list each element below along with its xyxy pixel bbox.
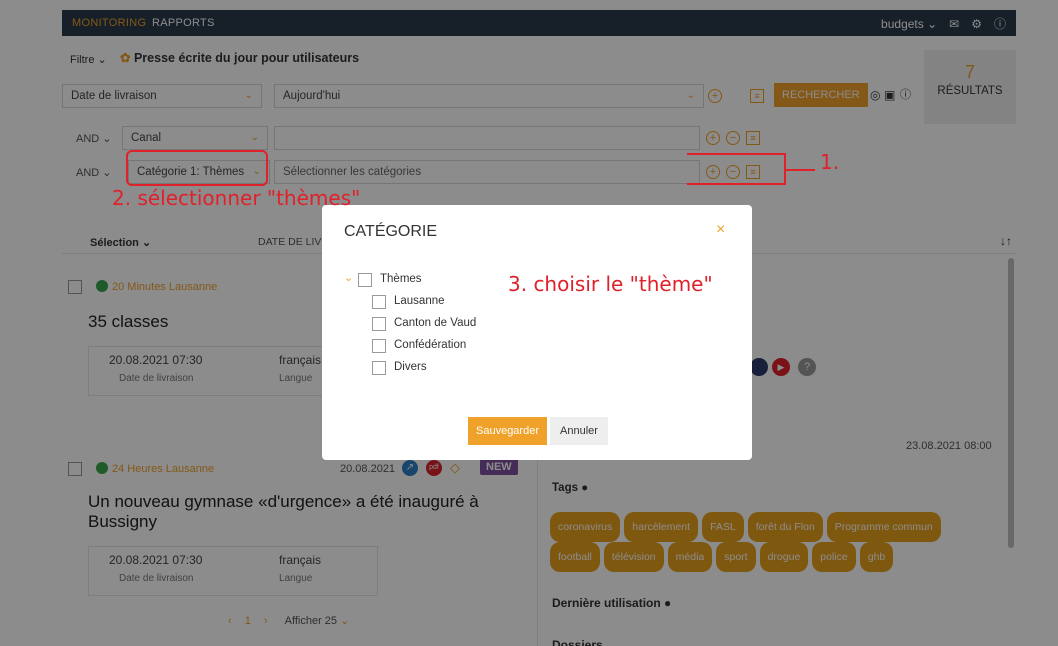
tree-item-label: Lausanne bbox=[394, 295, 445, 307]
annotation-box-category bbox=[126, 150, 268, 186]
tree-item-label: Divers bbox=[394, 361, 427, 373]
checkbox-divers[interactable] bbox=[372, 361, 386, 375]
save-button[interactable]: Sauvegarder bbox=[468, 417, 547, 445]
annotation-step-2: 2. sélectionner "thèmes" bbox=[112, 186, 361, 210]
tree-item-label: Canton de Vaud bbox=[394, 317, 477, 329]
close-icon[interactable]: × bbox=[716, 221, 725, 239]
cancel-button[interactable]: Annuler bbox=[550, 417, 608, 445]
annotation-bracket bbox=[687, 153, 815, 185]
checkbox-confederation[interactable] bbox=[372, 339, 386, 353]
annotation-step-3: 3. choisir le "thème" bbox=[508, 272, 713, 296]
tree-item-label: Confédération bbox=[394, 339, 467, 351]
modal-title: CATÉGORIE bbox=[344, 223, 438, 240]
checkbox-themes[interactable] bbox=[358, 273, 372, 287]
chevron-down-icon[interactable]: ⌄ bbox=[344, 271, 353, 284]
checkbox-lausanne[interactable] bbox=[372, 295, 386, 309]
annotation-step-1: 1. bbox=[820, 150, 840, 174]
checkbox-canton-de-vaud[interactable] bbox=[372, 317, 386, 331]
tree-root-label: Thèmes bbox=[380, 273, 422, 285]
category-modal: CATÉGORIE × ⌄ Thèmes Lausanne Canton de … bbox=[322, 205, 752, 460]
